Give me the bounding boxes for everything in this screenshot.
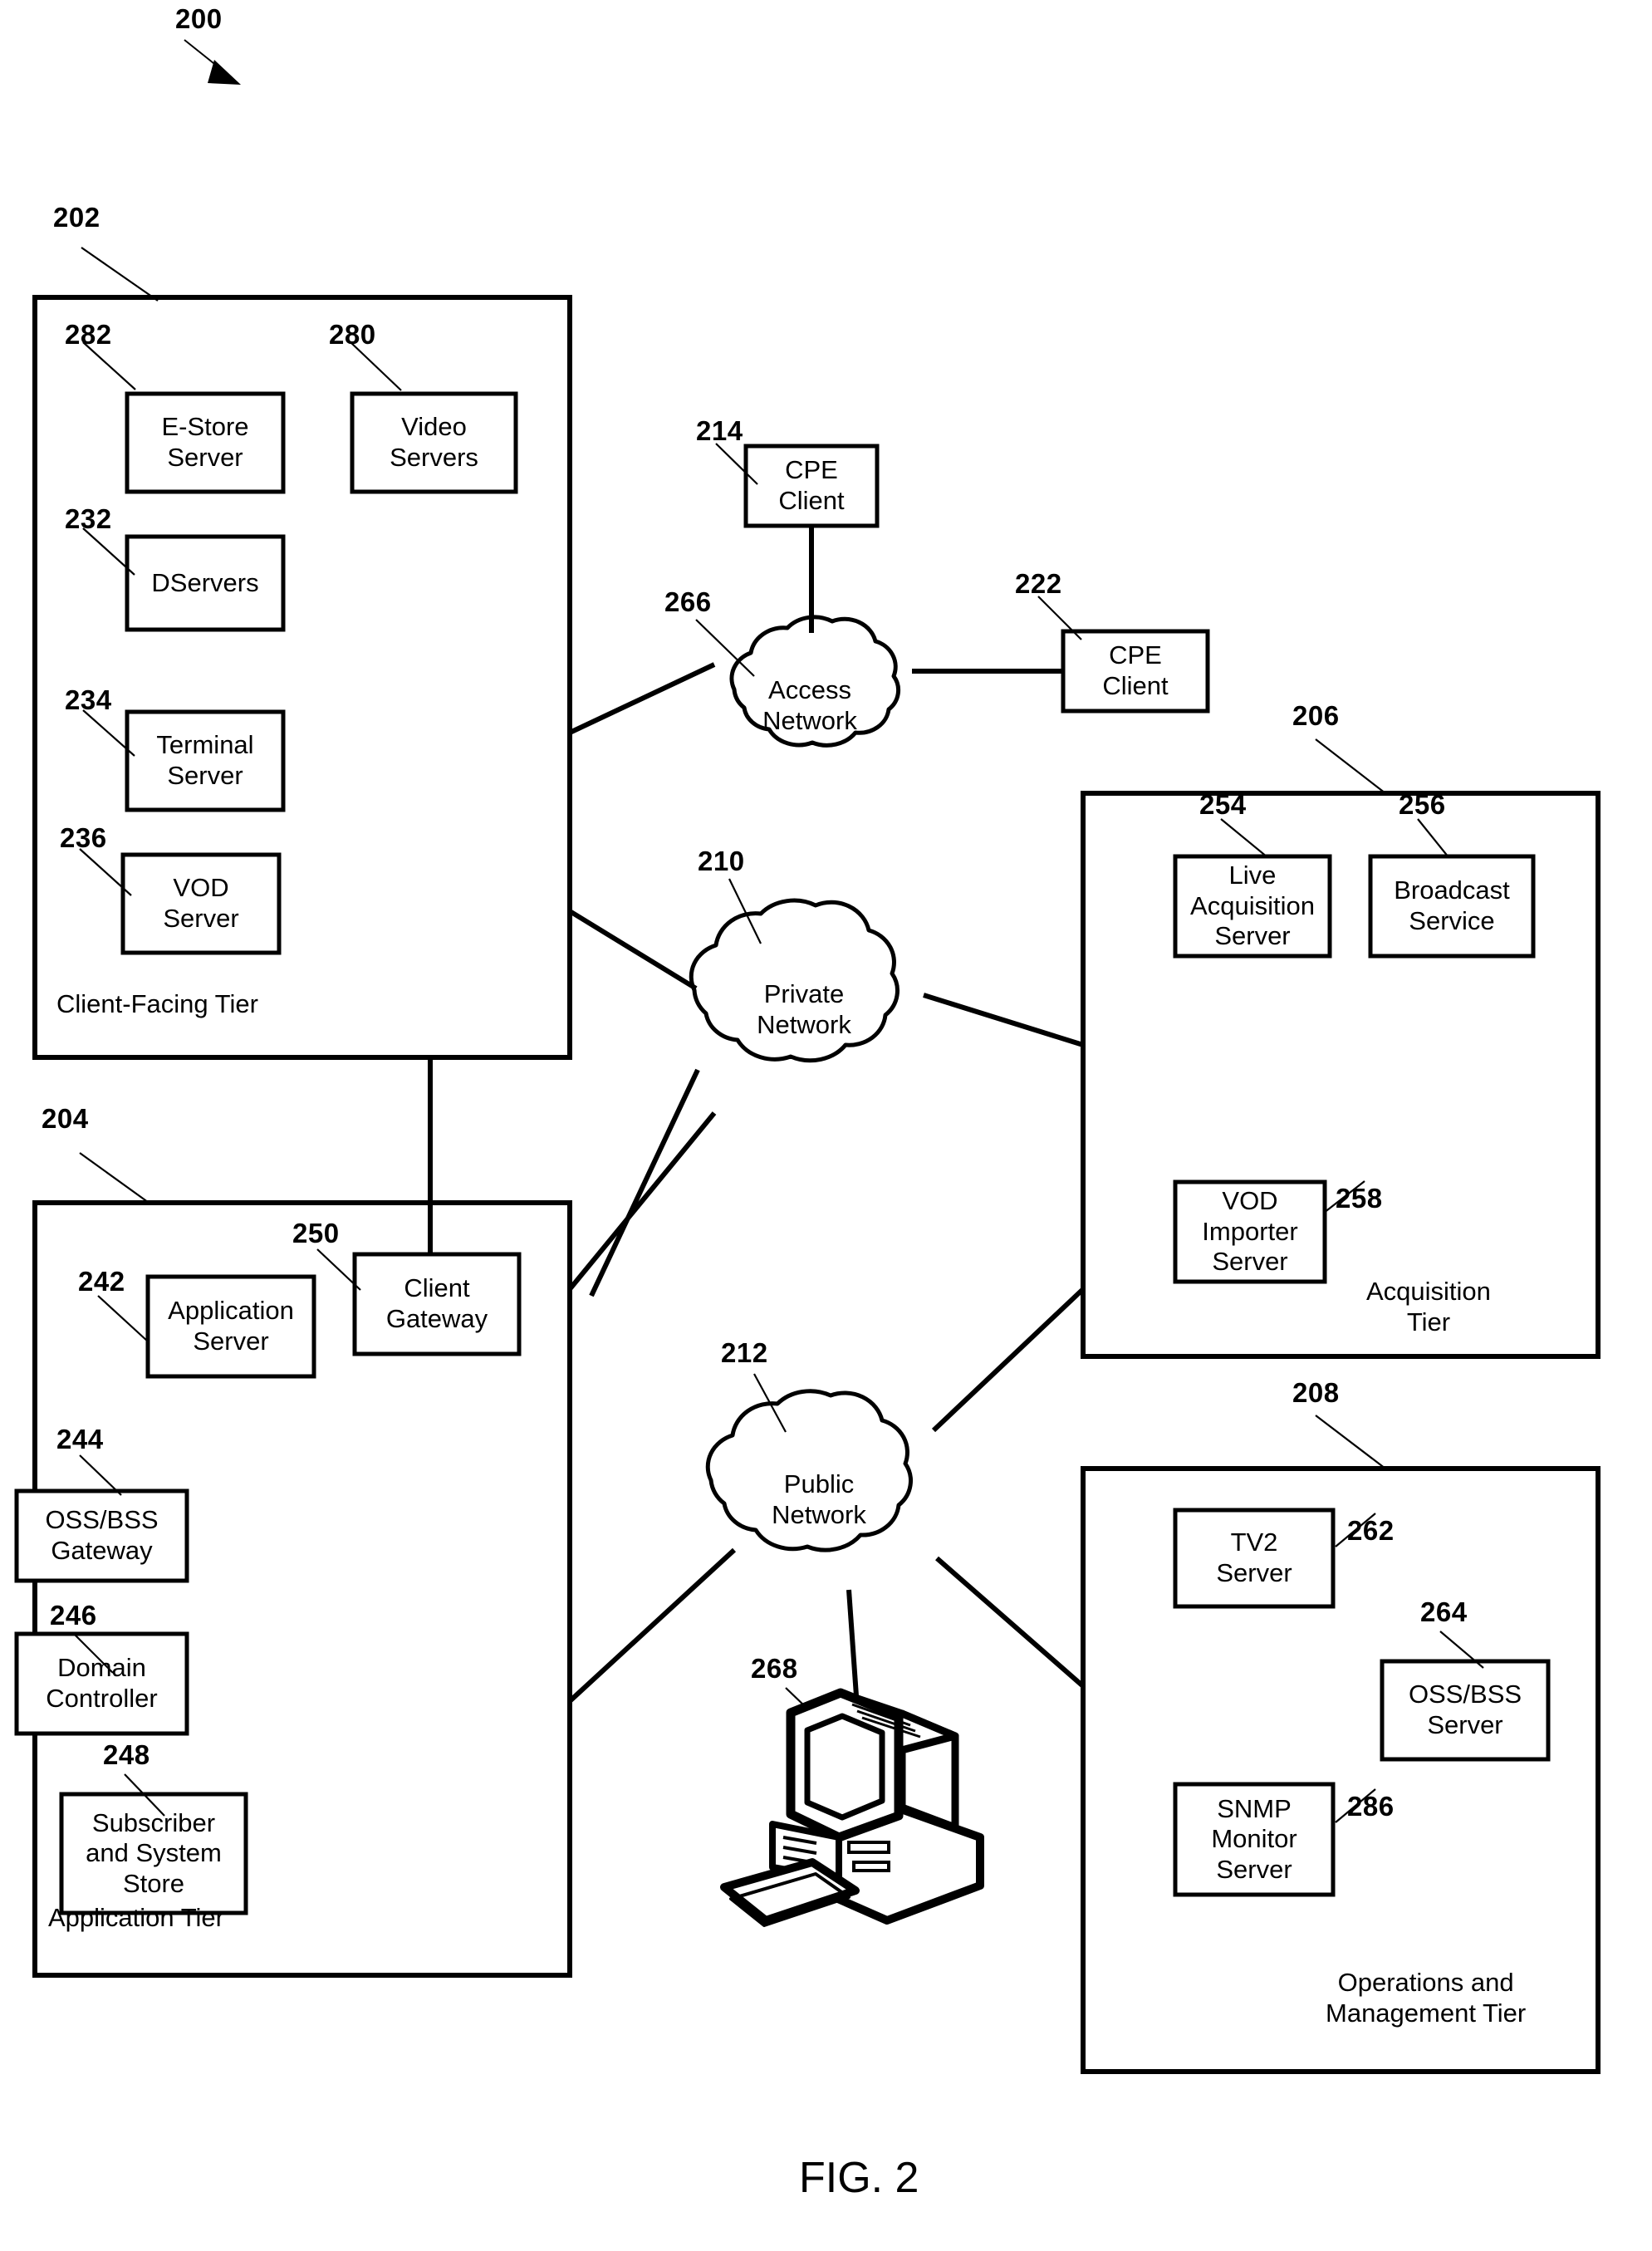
application-tier-label: Application Tier xyxy=(48,1903,224,1932)
leader-242 xyxy=(97,1295,149,1342)
broadcast-service-box xyxy=(1368,854,1536,959)
leader-204 xyxy=(79,1152,152,1205)
ref-num-212: 212 xyxy=(721,1337,768,1368)
vod-server-box xyxy=(120,852,282,955)
leader-254 xyxy=(1220,818,1268,858)
terminal-server-box xyxy=(125,709,286,812)
leader-222 xyxy=(1037,596,1082,640)
ref-num-210: 210 xyxy=(698,846,745,876)
node-boxes xyxy=(14,391,1551,1915)
leader-256 xyxy=(1417,818,1449,858)
link-public-network-to-acq xyxy=(931,1287,1086,1433)
patent-figure-page: 200 202 204 206 208 Client-Facing Tier A… xyxy=(0,0,1652,2251)
subscriber-system-store-box xyxy=(59,1792,248,1915)
ref-num-234: 234 xyxy=(65,684,112,715)
ref-num-280: 280 xyxy=(329,319,376,350)
computer-workstation-icon xyxy=(720,1688,984,1927)
leader-206 xyxy=(1315,738,1386,794)
domain-controller-box xyxy=(14,1631,189,1736)
leader-202 xyxy=(81,247,159,302)
ref-num-236: 236 xyxy=(60,822,107,853)
link-app-tier-to-public xyxy=(567,1547,737,1704)
link-cfa-to-access-network xyxy=(568,662,716,735)
operations-tier-label: Operations and Management Tier xyxy=(1326,1968,1527,2028)
ref-num-264: 264 xyxy=(1420,1596,1468,1627)
client-gateway-box xyxy=(352,1252,522,1356)
link-public-network-to-ops xyxy=(935,1556,1085,1689)
private-network-label: Private Network xyxy=(757,979,851,1040)
video-servers-box xyxy=(350,391,518,494)
live-acquisition-server-box xyxy=(1173,854,1332,959)
ref-num-202: 202 xyxy=(53,202,100,233)
tv2-server-box xyxy=(1173,1508,1336,1609)
public-network-label: Public Network xyxy=(772,1469,866,1530)
ref-num-246: 246 xyxy=(50,1600,97,1631)
figure-caption: FIG. 2 xyxy=(799,2154,919,2202)
client-facing-tier-label: Client-Facing Tier xyxy=(56,989,258,1018)
ref-num-254: 254 xyxy=(1199,789,1247,820)
snmp-monitor-server-box xyxy=(1173,1782,1336,1897)
ref-num-242: 242 xyxy=(78,1266,125,1297)
system-callout-arrow xyxy=(184,39,241,85)
ref-num-258: 258 xyxy=(1336,1183,1383,1214)
link-app-tier-to-private xyxy=(567,1111,717,1291)
ref-num-286: 286 xyxy=(1347,1791,1395,1822)
ref-num-256: 256 xyxy=(1399,789,1446,820)
ref-num-208: 208 xyxy=(1292,1377,1340,1408)
link-private-network-to-public-area xyxy=(589,1068,700,1297)
ref-num-204: 204 xyxy=(42,1103,89,1134)
ref-num-248: 248 xyxy=(103,1739,150,1770)
ref-num-200: 200 xyxy=(175,3,223,34)
network-clouds xyxy=(689,615,913,1552)
leader-208 xyxy=(1315,1415,1386,1469)
e-store-server-box xyxy=(125,391,286,494)
ref-num-214: 214 xyxy=(696,415,743,446)
vod-importer-server-box xyxy=(1173,1179,1327,1284)
ref-num-244: 244 xyxy=(56,1424,104,1454)
acquisition-tier-label: Acquisition Tier xyxy=(1366,1277,1491,1337)
ref-num-282: 282 xyxy=(65,319,112,350)
ref-num-268: 268 xyxy=(751,1653,798,1684)
access-network-label: Access Network xyxy=(762,675,857,736)
link-cfa-to-private-network xyxy=(568,909,698,991)
ref-num-262: 262 xyxy=(1347,1515,1395,1546)
dservers-box xyxy=(125,534,286,632)
ref-num-206: 206 xyxy=(1292,700,1340,731)
diagram-vector-layer xyxy=(14,39,1601,2074)
ref-num-222: 222 xyxy=(1015,568,1062,599)
link-private-network-to-acq xyxy=(923,993,1084,1047)
ref-num-250: 250 xyxy=(292,1218,340,1248)
application-server-box xyxy=(145,1274,316,1379)
ref-num-266: 266 xyxy=(664,586,712,617)
oss-bss-server-box xyxy=(1380,1659,1551,1762)
oss-bss-gateway-box xyxy=(14,1488,189,1583)
cpe-client-222-box xyxy=(1061,629,1210,714)
ref-num-232: 232 xyxy=(65,503,112,534)
cpe-client-214-box xyxy=(743,444,880,528)
